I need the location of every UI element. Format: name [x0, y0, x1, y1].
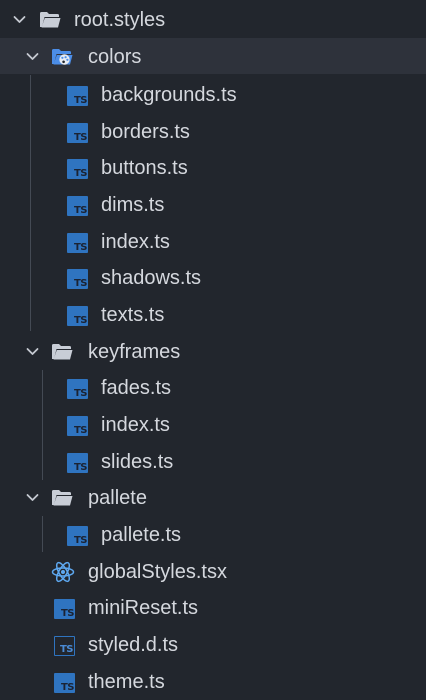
folder-open-icon — [40, 12, 61, 28]
typescript-icon: TS — [67, 86, 88, 106]
file-label: slides.ts — [101, 451, 174, 473]
file-label: theme.ts — [88, 671, 165, 693]
file-item[interactable]: TS shadows.ts — [0, 259, 426, 295]
folder-label: colors — [88, 46, 142, 68]
file-label: pallete.ts — [101, 524, 182, 546]
file-item[interactable]: TS miniReset.ts — [0, 589, 426, 625]
file-item[interactable]: TS index.ts — [0, 406, 426, 442]
file-label: index.ts — [101, 414, 170, 436]
file-label: buttons.ts — [101, 157, 188, 179]
typescript-icon: TS — [67, 159, 88, 179]
file-item[interactable]: TS texts.ts — [0, 296, 426, 332]
file-label: dims.ts — [101, 194, 165, 216]
file-label: texts.ts — [101, 304, 165, 326]
typescript-icon: TS — [67, 196, 88, 216]
folder-open-icon — [52, 490, 73, 506]
file-label: styled.d.ts — [88, 634, 179, 656]
file-label: backgrounds.ts — [101, 84, 237, 106]
file-label: index.ts — [101, 231, 170, 253]
palette-folder-icon — [52, 49, 73, 65]
typescript-icon: TS — [67, 123, 88, 143]
file-label: miniReset.ts — [88, 597, 199, 619]
folder-label: keyframes — [88, 341, 181, 363]
chevron-down-icon[interactable] — [26, 50, 39, 63]
file-label: globalStyles.tsx — [88, 561, 227, 583]
typescript-icon: TS — [67, 269, 88, 289]
typescript-icon: TS — [67, 453, 88, 473]
chevron-down-icon[interactable] — [13, 13, 26, 26]
file-item[interactable]: globalStyles.tsx — [0, 553, 426, 589]
typescript-icon: TS — [67, 526, 88, 546]
typescript-icon: TS — [67, 416, 88, 436]
folder-label: root.styles — [74, 9, 166, 31]
file-item[interactable]: TS pallete.ts — [0, 516, 426, 552]
file-label: borders.ts — [101, 121, 190, 143]
file-item[interactable]: TS fades.ts — [0, 369, 426, 405]
typescript-icon: TS — [54, 673, 75, 693]
folder-colors[interactable]: colors — [0, 38, 426, 74]
file-item[interactable]: TS index.ts — [0, 223, 426, 259]
react-icon — [51, 561, 75, 583]
file-item[interactable]: TS dims.ts — [0, 186, 426, 222]
file-item[interactable]: TS borders.ts — [0, 113, 426, 149]
typescript-icon: TS — [67, 306, 88, 326]
folder-keyframes[interactable]: keyframes — [0, 333, 426, 369]
chevron-down-icon[interactable] — [26, 345, 39, 358]
file-item[interactable]: TS styled.d.ts — [0, 626, 426, 662]
typescript-definition-icon: TS — [54, 636, 75, 656]
chevron-down-icon[interactable] — [26, 491, 39, 504]
file-item[interactable]: TS slides.ts — [0, 443, 426, 479]
folder-label: pallete — [88, 487, 147, 509]
file-item[interactable]: TS theme.ts — [0, 663, 426, 699]
file-explorer-tree: root.styles colors TS backgrounds.ts TS … — [0, 0, 426, 700]
file-label: shadows.ts — [101, 267, 202, 289]
file-label: fades.ts — [101, 377, 172, 399]
typescript-icon: TS — [54, 599, 75, 619]
typescript-icon: TS — [67, 379, 88, 399]
folder-pallete[interactable]: pallete — [0, 479, 426, 515]
file-item[interactable]: TS buttons.ts — [0, 149, 426, 185]
typescript-icon: TS — [67, 233, 88, 253]
file-item[interactable]: TS backgrounds.ts — [0, 76, 426, 112]
folder-root-styles[interactable]: root.styles — [0, 1, 426, 37]
folder-open-icon — [52, 344, 73, 360]
